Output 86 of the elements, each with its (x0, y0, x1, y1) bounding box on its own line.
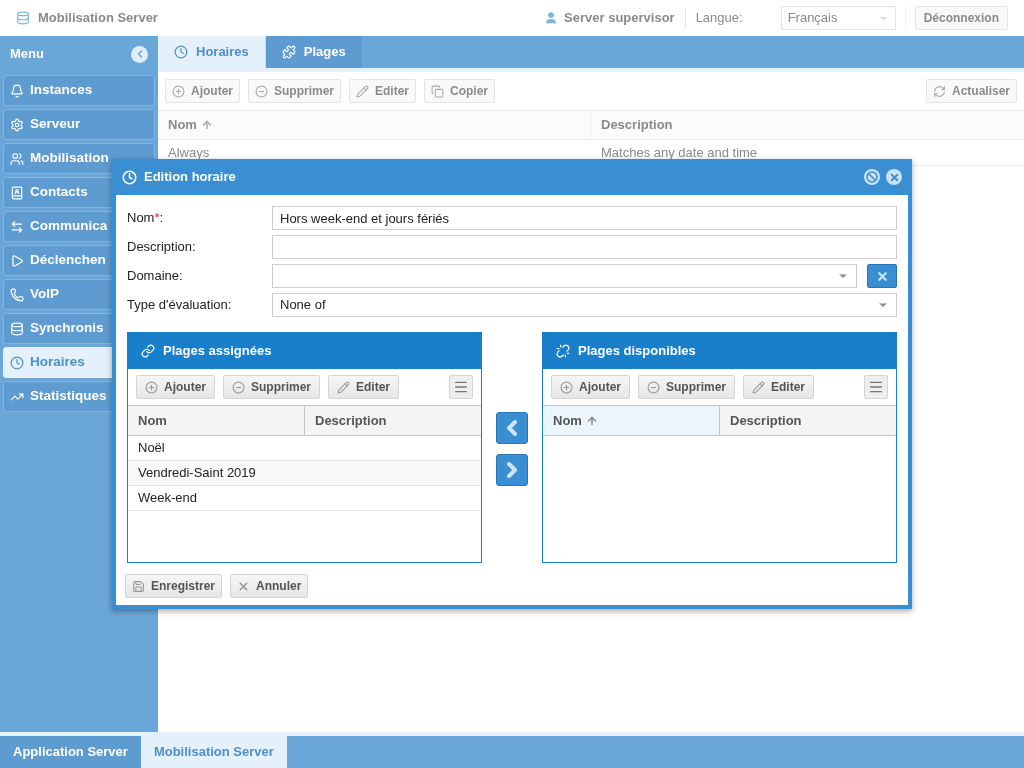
menu-item-icon (10, 219, 24, 234)
remove-icon (255, 84, 268, 98)
logout-button[interactable]: Déconnexion (914, 6, 1008, 30)
clear-button[interactable] (867, 264, 897, 288)
dropdown-field[interactable] (272, 264, 857, 288)
text-field[interactable] (272, 235, 897, 259)
save-icon (132, 579, 145, 593)
close-icon (875, 269, 889, 283)
toolbar-button[interactable]: Editer (328, 375, 400, 399)
app-title: Mobilisation Server (38, 9, 158, 28)
menu-button[interactable] (449, 375, 473, 399)
toolbar-button[interactable]: Supprimer (223, 375, 320, 399)
menu-icon (453, 379, 469, 395)
tab[interactable]: Horaires (158, 36, 266, 68)
sort-arrow-icon (200, 119, 213, 131)
menu-item-icon (10, 355, 24, 370)
collapse-button[interactable] (131, 45, 148, 63)
close-icon (888, 171, 900, 183)
language-label: Langue: (695, 9, 744, 28)
add-icon (145, 380, 158, 394)
toolbar-button[interactable]: Ajouter (165, 79, 240, 103)
table-cell-text: Noël (138, 439, 166, 458)
column-header[interactable]: Description (591, 111, 1024, 139)
menu-item-icon (10, 185, 24, 200)
move-left-button[interactable] (496, 412, 528, 444)
disable-button[interactable] (864, 169, 880, 185)
menu-item-icon (10, 83, 24, 98)
link-icon (141, 344, 155, 358)
menu-item-icon (10, 151, 24, 166)
table-cell-text: Vendredi-Saint 2019 (138, 464, 257, 483)
menu-item-icon (10, 321, 24, 336)
remove-icon (647, 380, 660, 394)
sidebar-item[interactable]: Instances (3, 75, 155, 106)
pencil-icon (752, 380, 765, 394)
table-cell-text: Week-end (138, 489, 198, 508)
table-cell-text: Always (167, 143, 211, 162)
sidebar-item[interactable]: Serveur (3, 109, 155, 140)
move-right-button[interactable] (496, 454, 528, 486)
save-button[interactable]: Enregistrer (125, 574, 223, 598)
toolbar-button[interactable]: Editer (743, 375, 815, 399)
toolbar-button[interactable]: Supprimer (248, 79, 341, 103)
ban-icon (866, 171, 878, 183)
text-field[interactable]: Hors week-end et jours fériés (272, 206, 897, 230)
menu-item-icon (10, 117, 24, 132)
copy-icon (431, 84, 445, 98)
toolbar-button[interactable]: Supprimer (638, 375, 735, 399)
menu-icon (868, 379, 884, 395)
refresh-button[interactable]: Actualiser (925, 79, 1017, 103)
menu-button[interactable] (864, 375, 888, 399)
panel-title: Plages disponibles (578, 342, 696, 361)
add-icon (560, 380, 573, 394)
clock-icon (174, 45, 188, 59)
table-cell-text: Matches any date and time (600, 143, 759, 162)
sidebar-title: Menu (10, 45, 44, 64)
database-icon (16, 11, 30, 25)
remove-icon (232, 380, 245, 394)
menu-item-icon (10, 287, 24, 302)
column-header[interactable]: Nom (543, 406, 720, 435)
add-icon (172, 84, 185, 98)
column-header[interactable]: Nom (158, 111, 591, 139)
toolbar-button[interactable]: Ajouter (136, 375, 215, 399)
table-row[interactable]: Vendredi-Saint 2019 (128, 461, 481, 486)
column-header[interactable]: Description (720, 406, 896, 435)
close-button[interactable] (886, 169, 902, 185)
sort-arrow-icon (585, 414, 598, 427)
tab[interactable]: Application Server (0, 736, 141, 768)
user-icon (544, 11, 559, 25)
pencil-icon (356, 84, 369, 98)
broken-link-icon (556, 344, 570, 358)
tab[interactable]: Plages (265, 36, 362, 68)
column-header[interactable]: Nom (128, 406, 305, 435)
clock-icon (122, 169, 137, 185)
toolbar-button[interactable]: Ajouter (551, 375, 630, 399)
panel-title: Plages assignées (163, 342, 272, 361)
column-header[interactable]: Description (305, 406, 481, 435)
pencil-icon (337, 380, 350, 394)
toolbar-button[interactable]: Copier (424, 79, 496, 103)
toolbar-button[interactable]: Editer (349, 79, 417, 103)
tab[interactable]: Mobilisation Server (140, 736, 287, 768)
puzzle-icon (281, 45, 296, 59)
menu-item-icon (10, 253, 24, 268)
refresh-icon (932, 84, 946, 98)
language-dropdown[interactable]: Français (780, 6, 896, 30)
dropdown-field[interactable]: None of (272, 293, 897, 317)
user-name: Server supervisor (564, 8, 686, 28)
cancel-button[interactable]: Annuler (230, 574, 309, 598)
